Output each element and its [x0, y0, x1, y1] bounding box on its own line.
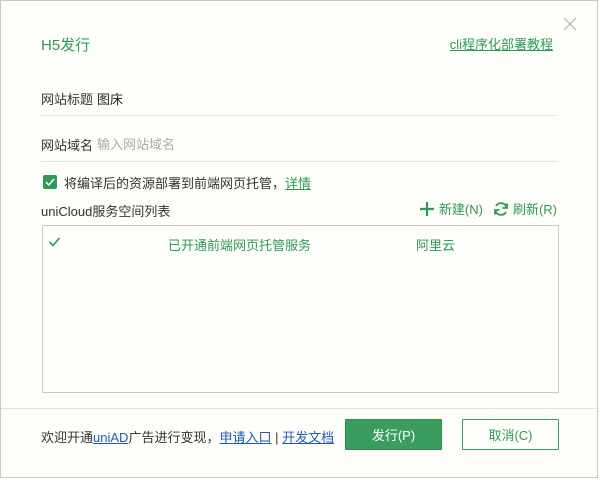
- cancel-button[interactable]: 取消(C): [462, 419, 559, 450]
- publish-button[interactable]: 发行(P): [345, 419, 442, 450]
- refresh-icon: [494, 201, 508, 216]
- deploy-option-row: 将编译后的资源部署到前端网页托管， 详情: [43, 173, 311, 191]
- uniad-link[interactable]: uniAD: [93, 430, 128, 445]
- check-icon: [45, 178, 55, 187]
- deploy-detail-link[interactable]: 详情: [285, 173, 311, 192]
- cli-deploy-tutorial-link[interactable]: cli程序化部署教程: [450, 34, 553, 53]
- plus-icon: [419, 201, 434, 216]
- dev-docs-link[interactable]: 开发文档: [282, 430, 334, 445]
- refresh-button[interactable]: 刷新(R): [493, 199, 557, 218]
- new-space-button[interactable]: 新建(N): [419, 199, 483, 218]
- site-title-value[interactable]: 图床: [97, 89, 123, 108]
- close-icon[interactable]: [561, 15, 579, 33]
- new-space-label: 新建(N): [438, 202, 483, 217]
- refresh-label: 刷新(R): [512, 202, 557, 217]
- domain-label: 网站域名: [41, 137, 94, 153]
- space-status: 已开通前端网页托管服务: [168, 238, 312, 253]
- space-provider: 阿里云: [416, 238, 456, 253]
- domain-input[interactable]: [97, 136, 397, 152]
- divider: [41, 115, 557, 116]
- space-list-title: uniCloud服务空间列表: [41, 204, 171, 219]
- site-title-label: 网站标题: [41, 91, 94, 107]
- h5-publish-dialog: H5发行 cli程序化部署教程 网站标题 图床 网站域名 将编译后的资源部署到前…: [0, 0, 598, 478]
- uniad-promo: 欢迎开通uniAD广告进行变现，申请入口 | 开发文档: [41, 427, 334, 446]
- space-name: [69, 236, 159, 248]
- domain-row: 网站域名: [41, 130, 557, 158]
- footer-divider: [1, 408, 597, 409]
- check-icon: [48, 236, 61, 251]
- promo-prefix: 欢迎开通: [41, 430, 94, 445]
- site-title-row: 网站标题 图床: [41, 84, 557, 112]
- space-list-actions: 新建(N) 刷新(R): [409, 199, 557, 218]
- promo-divider: |: [275, 430, 279, 445]
- promo-middle: 广告进行变现，: [128, 430, 220, 445]
- dialog-title: H5发行: [41, 37, 91, 54]
- divider: [41, 161, 557, 162]
- deploy-option-text: 将编译后的资源部署到前端网页托管，: [64, 175, 286, 191]
- list-item[interactable]: 已开通前端网页托管服务 阿里云: [43, 232, 558, 254]
- deploy-checkbox[interactable]: [43, 175, 57, 189]
- space-list[interactable]: 已开通前端网页托管服务 阿里云: [42, 225, 559, 393]
- apply-entry-link[interactable]: 申请入口: [219, 430, 271, 445]
